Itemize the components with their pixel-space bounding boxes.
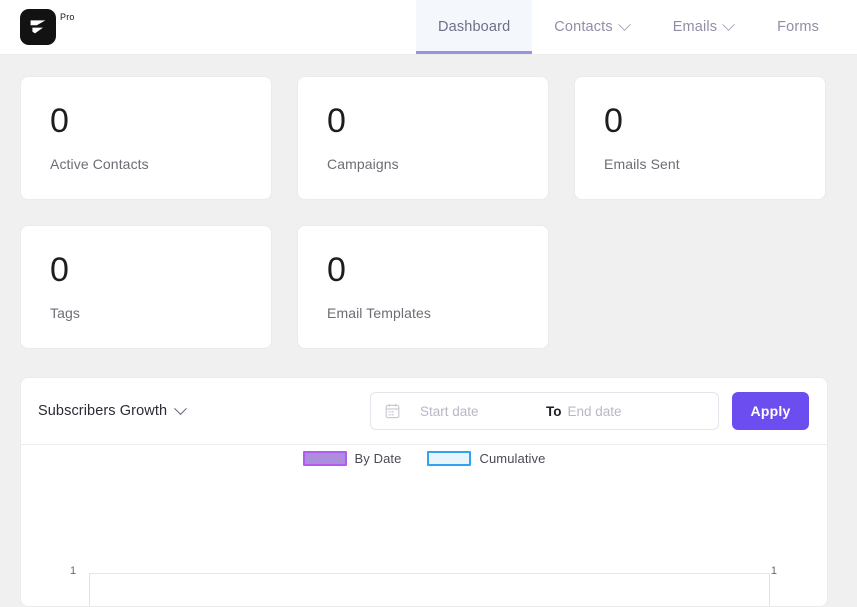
nav-label-forms: Forms <box>777 19 819 35</box>
stats-row-1: 0 Active Contacts 0 Campaigns 0 Emails S… <box>20 76 828 200</box>
chevron-down-icon <box>722 17 736 31</box>
stats-grid: 0 Active Contacts 0 Campaigns 0 Emails S… <box>20 76 828 349</box>
subscribers-growth-panel: Subscribers Growth Start date To End dat… <box>20 377 828 607</box>
stat-card-emails-sent[interactable]: 0 Emails Sent <box>574 76 826 200</box>
chevron-down-icon <box>174 401 187 415</box>
stat-card-campaigns[interactable]: 0 Campaigns <box>297 76 549 200</box>
brand-logo[interactable]: Pro <box>0 0 75 54</box>
app-header: Pro Dashboard Contacts Emails Forms <box>0 0 857 55</box>
chart-area: By Date Cumulative 1 1 <box>21 445 827 606</box>
legend-swatch-cumulative <box>427 451 472 466</box>
metric-select-dropdown[interactable]: Subscribers Growth <box>38 401 187 419</box>
start-date-input[interactable] <box>420 403 540 419</box>
stat-label: Active Contacts <box>50 156 149 172</box>
chevron-down-icon <box>617 17 631 31</box>
stat-value: 0 <box>327 251 346 289</box>
stat-card-active-contacts[interactable]: 0 Active Contacts <box>20 76 272 200</box>
fluent-crm-logo-icon <box>20 9 56 45</box>
stat-card-tags[interactable]: 0 Tags <box>20 225 272 349</box>
chart-legend: By Date Cumulative <box>21 451 827 466</box>
nav-label-emails: Emails <box>672 19 718 35</box>
legend-swatch-by-date <box>302 451 347 466</box>
y-axis-tick-left: 1 <box>70 565 77 577</box>
stat-value: 0 <box>327 102 346 140</box>
calendar-icon <box>385 403 400 419</box>
main-nav: Dashboard Contacts Emails Forms <box>416 0 841 54</box>
chart-plot-area <box>89 573 770 606</box>
stat-label: Tags <box>50 305 80 321</box>
date-range-controls: To Apply <box>370 392 809 430</box>
nav-item-dashboard[interactable]: Dashboard <box>416 0 533 54</box>
legend-label-cumulative: Cumulative <box>479 451 546 466</box>
legend-label-by-date: By Date <box>354 451 402 466</box>
stats-row-2: 0 Tags 0 Email Templates <box>20 225 828 349</box>
stat-value: 0 <box>604 102 623 140</box>
stat-value: 0 <box>50 251 69 289</box>
chart-toolbar: Subscribers Growth Start date To End dat… <box>21 378 827 445</box>
nav-label-dashboard: Dashboard <box>438 19 511 35</box>
legend-item-by-date[interactable]: By Date <box>302 451 402 466</box>
end-date-input[interactable] <box>567 403 688 419</box>
date-range-separator: To <box>546 403 562 419</box>
stat-label: Emails Sent <box>604 156 680 172</box>
stat-label: Email Templates <box>327 305 431 321</box>
brand-pro-badge: Pro <box>60 12 75 22</box>
legend-item-cumulative[interactable]: Cumulative <box>427 451 545 466</box>
stat-label: Campaigns <box>327 156 399 172</box>
stat-card-email-templates[interactable]: 0 Email Templates <box>297 225 549 349</box>
metric-select-label: Subscribers Growth <box>38 403 168 419</box>
stat-value: 0 <box>50 102 69 140</box>
nav-item-contacts[interactable]: Contacts <box>532 0 650 54</box>
nav-item-forms[interactable]: Forms <box>755 0 841 54</box>
nav-label-contacts: Contacts <box>554 19 613 35</box>
apply-button[interactable]: Apply <box>732 392 809 430</box>
y-axis-tick-right: 1 <box>770 565 777 577</box>
date-range-input-group[interactable]: To <box>370 392 719 430</box>
nav-item-emails[interactable]: Emails <box>651 0 755 54</box>
